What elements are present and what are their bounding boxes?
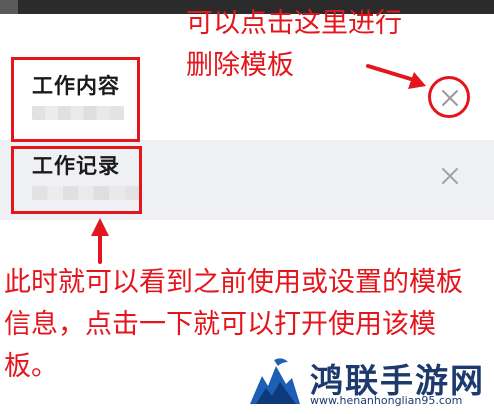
highlight-box-template-2 <box>11 146 142 214</box>
watermark-logo-icon <box>246 352 304 410</box>
annotation-delete-hint: 可以点击这里进行删除模板 <box>186 8 402 81</box>
highlight-ring-delete <box>428 76 470 118</box>
status-bar-corner <box>0 0 18 14</box>
watermark: 鸿联手游网 www.henanhonglian95.com <box>246 352 492 412</box>
arrow-to-template-box <box>91 218 109 264</box>
close-x-icon[interactable] <box>436 162 464 190</box>
highlight-box-template-1 <box>11 57 140 142</box>
watermark-url: www.henanhonglian95.com <box>310 394 463 407</box>
